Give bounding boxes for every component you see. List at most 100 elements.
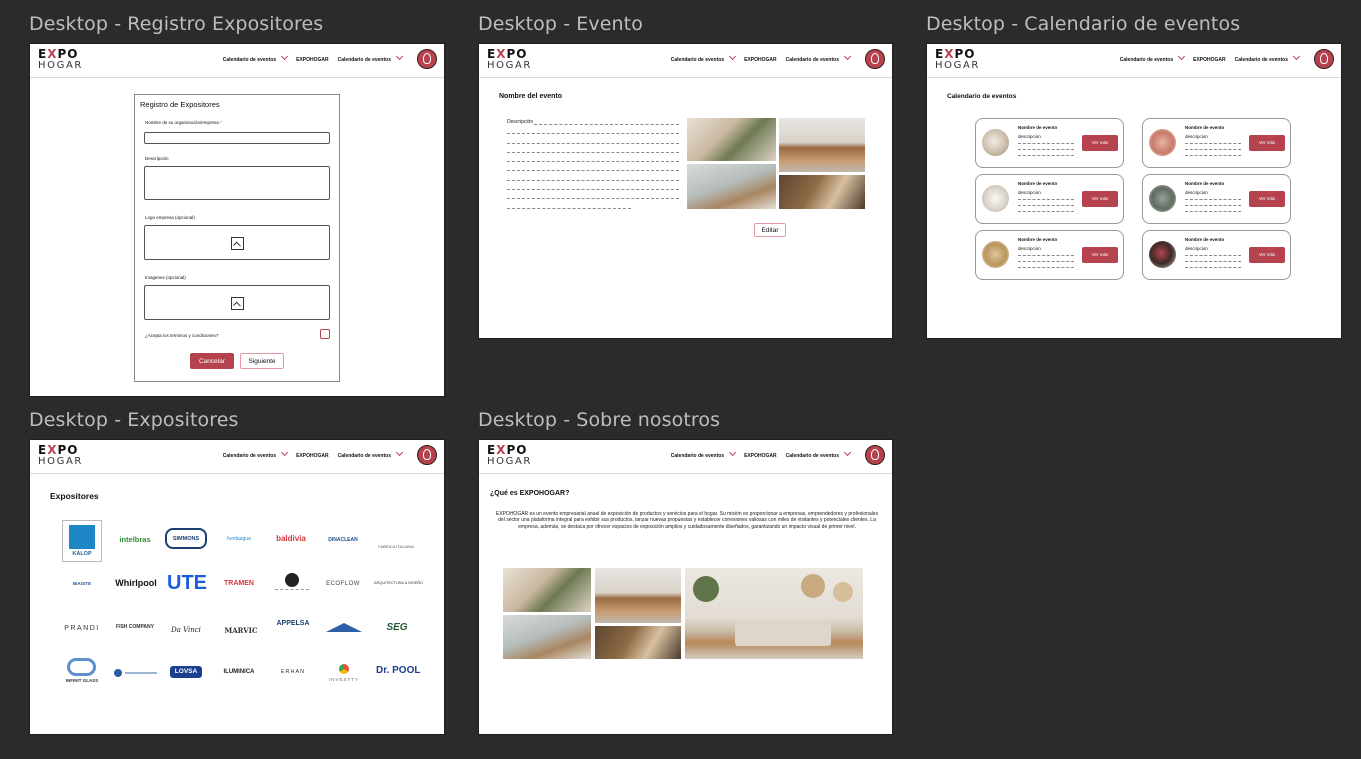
nav-calendar[interactable]: Calendario de eventos	[223, 448, 289, 459]
frame-title-evento: Desktop - Evento	[478, 13, 643, 35]
brand-logo[interactable]: ARQUITECTURA & DISEÑO	[374, 581, 423, 585]
event-card[interactable]: Nombre de evento descripcion Ver más	[1142, 118, 1291, 168]
logo-upload[interactable]	[144, 225, 330, 260]
chevron-down-icon	[843, 448, 852, 457]
nav-calendar[interactable]: Calendario de eventos	[1120, 52, 1186, 63]
brand-logo[interactable]: SEG	[380, 622, 414, 633]
event-description: Descripción	[507, 117, 679, 210]
nav-expohogar[interactable]: EXPOHOGAR	[1193, 57, 1226, 63]
frame-calendario: EXPO HOGAR Calendario de eventos EXPOHOG…	[926, 43, 1342, 339]
user-circle-icon[interactable]	[417, 445, 437, 465]
brand-logo[interactable]	[114, 669, 158, 677]
about-text: EXPOHOGAR es un evento empresarial anual…	[495, 511, 879, 530]
user-circle-icon[interactable]	[1314, 49, 1334, 69]
terms-checkbox[interactable]	[320, 329, 330, 339]
brand-logo[interactable]: Dr. POOL	[376, 665, 420, 676]
brand-logo[interactable]: KALOP	[62, 520, 102, 562]
brand-logo[interactable]: Whirlpool	[110, 578, 162, 588]
org-input[interactable]	[144, 132, 330, 144]
main-nav: Calendario de eventos EXPOHOGAR Calendar…	[1120, 52, 1301, 63]
event-card[interactable]: Nombre de evento descripcion Ver más	[975, 230, 1124, 280]
nav-expohogar[interactable]: EXPOHOGAR	[296, 57, 329, 63]
desc-textarea[interactable]	[144, 166, 330, 200]
see-more-button[interactable]: Ver más	[1082, 135, 1118, 151]
brand-logo[interactable]: baldivia	[268, 534, 314, 543]
nav-calendar-2[interactable]: Calendario de eventos	[338, 448, 404, 459]
main-nav: Calendario de eventos EXPOHOGAR Calendar…	[223, 448, 404, 459]
frame-title-registro: Desktop - Registro Expositores	[29, 13, 324, 35]
see-more-button[interactable]: Ver más	[1082, 191, 1118, 207]
see-more-button[interactable]: Ver más	[1082, 247, 1118, 263]
brand-logo[interactable]: FISH COMPANY	[113, 624, 157, 630]
frame-title-calendario: Desktop - Calendario de eventos	[926, 13, 1241, 35]
brand-logo[interactable]: ILUMINICA	[216, 669, 262, 675]
brand-logo[interactable]: INVESTTY	[322, 664, 366, 684]
event-card[interactable]: Nombre de evento descripcion Ver más	[975, 118, 1124, 168]
nav-expohogar[interactable]: EXPOHOGAR	[296, 453, 329, 459]
nav-expohogar[interactable]: EXPOHOGAR	[744, 57, 777, 63]
brand-logo[interactable]: UTE	[163, 572, 211, 594]
nav-calendar[interactable]: Calendario de eventos	[223, 52, 289, 63]
main-nav: Calendario de eventos EXPOHOGAR Calendar…	[223, 52, 404, 63]
expohogar-logo[interactable]: EXPO HOGAR	[935, 48, 987, 72]
nav-calendar-2[interactable]: Calendario de eventos	[338, 52, 404, 63]
site-header: EXPO HOGAR Calendario de eventos EXPOHOG…	[479, 440, 892, 474]
brand-logo[interactable]: LOVSA	[170, 666, 202, 678]
brand-logo[interactable]: SIMMONS	[165, 528, 207, 549]
event-thumbnail	[1149, 129, 1176, 156]
brand-logo[interactable]: Da Vinci	[165, 626, 207, 634]
expohogar-logo[interactable]: EXPO HOGAR	[487, 444, 539, 468]
images-upload[interactable]	[144, 285, 330, 320]
chevron-down-icon	[729, 52, 737, 61]
expohogar-logo[interactable]: EXPO HOGAR	[38, 48, 90, 72]
user-circle-icon[interactable]	[417, 49, 437, 69]
user-circle-icon[interactable]	[865, 445, 885, 465]
brand-logo[interactable]: TRAMEN	[216, 580, 262, 587]
brand-logo[interactable]	[275, 573, 309, 597]
nav-calendar-2[interactable]: Calendario de eventos	[1235, 52, 1301, 63]
event-card[interactable]: Nombre de evento descripcion Ver más	[1142, 174, 1291, 224]
brand-logo[interactable]: ECOFLOW	[320, 581, 366, 587]
frame-sobre: EXPO HOGAR Calendario de eventos EXPOHOG…	[478, 439, 893, 735]
about-photo-4	[595, 626, 681, 659]
brand-logo[interactable]: BIAGITE	[62, 581, 102, 586]
expohogar-logo[interactable]: EXPO HOGAR	[38, 444, 90, 468]
brand-logo[interactable]: fundaagua	[216, 536, 262, 542]
expohogar-logo[interactable]: EXPO HOGAR	[487, 48, 539, 72]
chevron-down-icon	[1292, 52, 1301, 61]
frame-expositores: EXPO HOGAR Calendario de eventos EXPOHOG…	[29, 439, 445, 735]
brand-logo[interactable]: FABRICA ITALIANA	[370, 544, 422, 549]
see-more-button[interactable]: Ver más	[1249, 135, 1285, 151]
brand-logo[interactable]: MARVIC	[218, 626, 264, 635]
edit-button[interactable]: Editar	[754, 223, 786, 237]
cancel-button[interactable]: Cancelar	[190, 353, 234, 369]
brand-logo[interactable]: APPELSA	[270, 620, 316, 627]
nav-calendar-2[interactable]: Calendario de eventos	[786, 448, 852, 459]
event-thumbnail	[982, 241, 1009, 268]
desc-label: Descripción	[145, 156, 169, 161]
nav-expohogar[interactable]: EXPOHOGAR	[744, 453, 777, 459]
chevron-down-icon	[729, 448, 737, 457]
see-more-button[interactable]: Ver más	[1249, 191, 1285, 207]
event-thumbnail	[1149, 241, 1176, 268]
nav-calendar[interactable]: Calendario de eventos	[671, 52, 737, 63]
event-card[interactable]: Nombre de evento descripcion Ver más	[1142, 230, 1291, 280]
nav-calendar-2[interactable]: Calendario de eventos	[786, 52, 852, 63]
org-label: Nombre de su organización/empresa *	[145, 120, 222, 125]
site-header: EXPO HOGAR Calendario de eventos EXPOHOG…	[30, 440, 444, 474]
user-circle-icon[interactable]	[865, 49, 885, 69]
brand-logo[interactable]: INFINIT GLASS	[62, 658, 102, 692]
see-more-button[interactable]: Ver más	[1249, 247, 1285, 263]
brand-logo[interactable]: ERHAN	[272, 669, 314, 675]
event-title: Nombre del evento	[499, 93, 563, 100]
brand-logo[interactable]: PRANDI	[60, 625, 104, 632]
event-card[interactable]: Nombre de evento descripcion Ver más	[975, 174, 1124, 224]
brand-logo[interactable]: DINACLEAN	[320, 537, 366, 543]
event-photo-4	[779, 175, 865, 209]
nav-calendar[interactable]: Calendario de eventos	[671, 448, 737, 459]
next-button[interactable]: Siguiente	[240, 353, 284, 369]
event-thumbnail	[982, 185, 1009, 212]
brand-logo[interactable]: intelbras	[110, 535, 160, 544]
brand-logo[interactable]	[326, 622, 362, 632]
event-photo-1	[687, 118, 776, 161]
